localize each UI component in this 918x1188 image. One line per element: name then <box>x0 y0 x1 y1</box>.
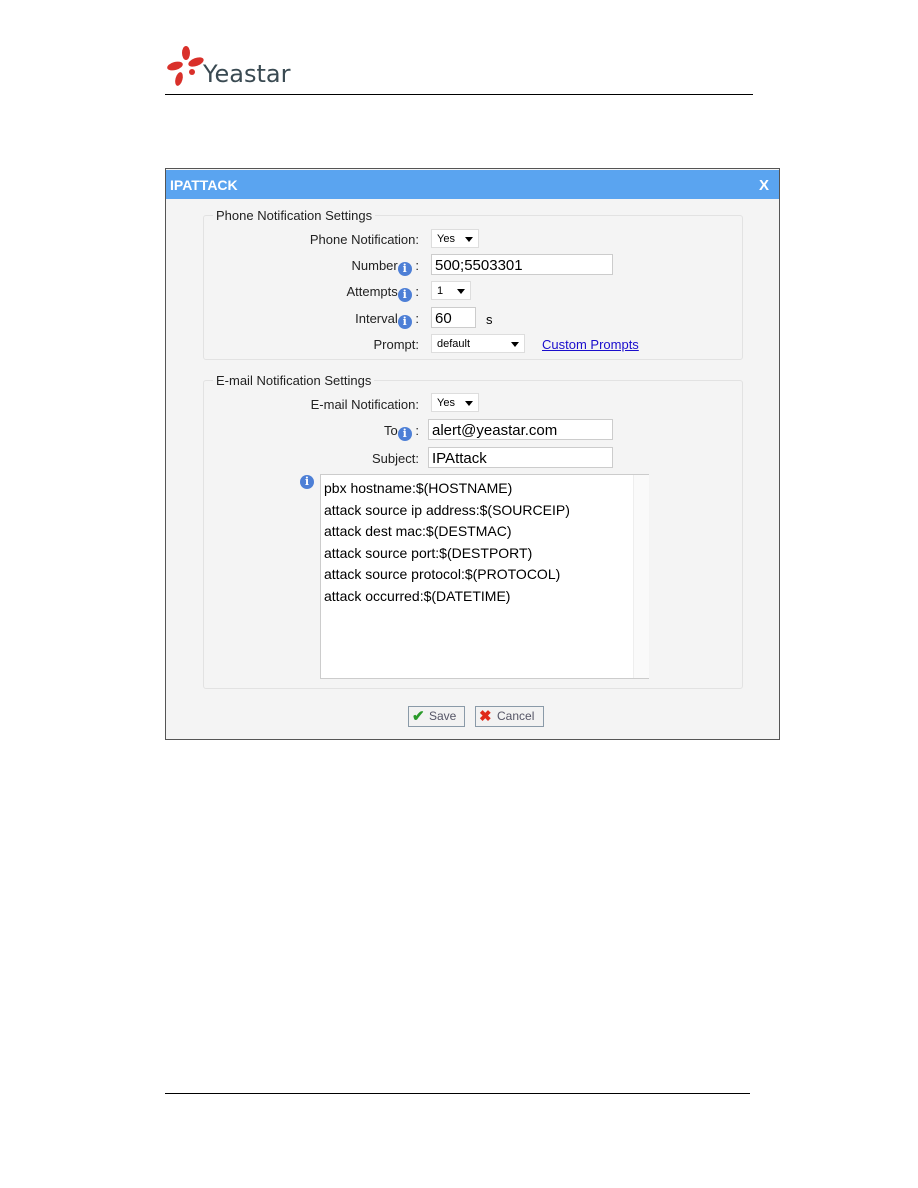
prompt-label: Prompt: <box>373 337 419 352</box>
select-value: default <box>437 338 471 350</box>
select-value: 1 <box>437 285 444 297</box>
label-text: Number <box>351 258 398 273</box>
save-label: Save <box>429 709 457 723</box>
phone-legend: Phone Notification Settings <box>213 208 376 223</box>
info-icon[interactable]: i <box>397 427 412 441</box>
custom-prompts-link[interactable]: Custom Prompts <box>542 337 639 352</box>
save-button[interactable]: ✔ Save <box>408 706 465 727</box>
dropdown-arrow-icon <box>457 289 465 294</box>
email-notification-label: E-mail Notification: <box>310 397 419 412</box>
interval-unit: s <box>486 312 493 327</box>
info-icon[interactable]: i <box>300 475 314 489</box>
info-icon[interactable]: i <box>397 262 412 276</box>
to-input[interactable]: alert@yeastar.com <box>428 419 613 440</box>
label-text: Attempts <box>346 284 398 299</box>
colon: : <box>415 258 419 273</box>
logo-text: Yeastar <box>203 60 291 88</box>
number-input[interactable]: 500;5503301 <box>431 254 613 275</box>
to-label: To i : <box>199 423 419 441</box>
colon: : <box>415 311 419 326</box>
cancel-label: Cancel <box>497 709 535 723</box>
cross-icon: ✖ <box>479 708 492 725</box>
attempts-label: Attempts i : <box>199 284 419 302</box>
checkmark-icon: ✔ <box>412 708 425 725</box>
select-value: Yes <box>437 397 455 409</box>
subject-input[interactable]: IPAttack <box>428 447 613 468</box>
interval-input[interactable]: 60 <box>431 307 476 328</box>
info-icon[interactable]: i <box>397 288 412 302</box>
colon: : <box>415 423 419 438</box>
select-value: Yes <box>437 233 455 245</box>
dropdown-arrow-icon <box>511 342 519 347</box>
email-legend: E-mail Notification Settings <box>213 373 375 388</box>
yeastar-logo-icon <box>167 46 204 86</box>
prompt-select[interactable]: default <box>431 334 525 353</box>
label-text: Interval <box>355 311 398 326</box>
dialog-titlebar: IPATTACK X <box>166 170 779 199</box>
email-body-textarea[interactable]: pbx hostname:$(HOSTNAME) attack source i… <box>320 474 649 679</box>
colon: : <box>415 284 419 299</box>
textarea-scrollbar[interactable] <box>633 475 649 678</box>
cancel-button[interactable]: ✖ Cancel <box>475 706 544 727</box>
footer-divider <box>165 1093 750 1094</box>
attempts-select[interactable]: 1 <box>431 281 471 300</box>
dropdown-arrow-icon <box>465 237 473 242</box>
interval-label: Interval i : <box>199 311 419 329</box>
email-notification-select[interactable]: Yes <box>431 393 479 412</box>
number-label: Number i : <box>199 258 419 276</box>
phone-notification-select[interactable]: Yes <box>431 229 479 248</box>
label-text: To <box>384 423 398 438</box>
info-icon[interactable]: i <box>397 315 412 329</box>
header-divider <box>165 94 753 95</box>
ipattack-dialog: IPATTACK X Phone Notification Settings P… <box>165 168 780 740</box>
subject-label: Subject: <box>372 451 419 466</box>
dropdown-arrow-icon <box>465 401 473 406</box>
dialog-title: IPATTACK <box>170 177 238 193</box>
close-button[interactable]: X <box>759 177 769 194</box>
phone-notification-label: Phone Notification: <box>309 232 419 247</box>
